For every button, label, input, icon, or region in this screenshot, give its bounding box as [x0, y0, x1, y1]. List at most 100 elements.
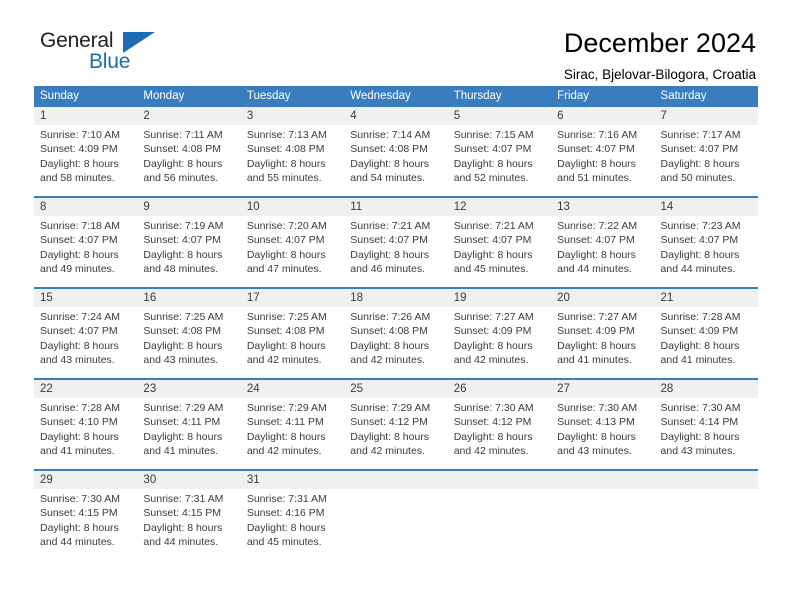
day-cell[interactable]: Sunrise: 7:30 AM Sunset: 4:15 PM Daylight:… [34, 489, 137, 560]
page-header: General Blue December 2024 Sirac, Bjelov… [0, 0, 792, 82]
day-number[interactable]: 2 [137, 107, 240, 125]
day-daylight2-text: and 42 minutes. [453, 445, 529, 458]
day-number[interactable]: 15 [34, 289, 137, 307]
day-number[interactable]: 20 [551, 289, 654, 307]
day-daylight2-text: and 41 minutes. [660, 354, 736, 367]
day-sunrise-text: Sunrise: 7:17 AM [660, 129, 741, 141]
day-daylight1-text: Daylight: 8 hours [40, 157, 119, 170]
day-sunrise-text: Sunrise: 7:11 AM [143, 129, 223, 141]
day-number[interactable]: 1 [34, 107, 137, 125]
day-number[interactable]: 14 [655, 198, 758, 216]
day-cell[interactable]: Sunrise: 7:13 AM Sunset: 4:08 PM Daylight:… [241, 125, 344, 196]
day-sunset-text: Sunset: 4:09 PM [557, 325, 635, 338]
day-number[interactable]: 9 [137, 198, 240, 216]
day-cell[interactable]: Sunrise: 7:21 AM Sunset: 4:07 PM Daylight:… [344, 216, 447, 287]
day-cell[interactable]: Sunrise: 7:21 AM Sunset: 4:07 PM Daylight:… [448, 216, 551, 287]
day-daylight1-text: Daylight: 8 hours [40, 521, 119, 534]
week-daynumber-row: 29 30 31 [34, 471, 758, 489]
day-cell[interactable]: Sunrise: 7:31 AM Sunset: 4:16 PM Daylight:… [241, 489, 344, 560]
day-number[interactable]: 18 [344, 289, 447, 307]
day-number[interactable]: 12 [448, 198, 551, 216]
day-cell[interactable]: Sunrise: 7:25 AM Sunset: 4:08 PM Daylight:… [241, 307, 344, 378]
day-cell[interactable]: Sunrise: 7:18 AM Sunset: 4:07 PM Daylight:… [34, 216, 137, 287]
day-number[interactable]: 26 [448, 380, 551, 398]
day-cell[interactable]: Sunrise: 7:28 AM Sunset: 4:10 PM Daylight:… [34, 398, 137, 469]
day-cell[interactable]: Sunrise: 7:30 AM Sunset: 4:14 PM Daylight:… [655, 398, 758, 469]
day-cell[interactable]: Sunrise: 7:19 AM Sunset: 4:07 PM Daylight:… [137, 216, 240, 287]
day-number[interactable]: 27 [551, 380, 654, 398]
day-daylight2-text: and 45 minutes. [246, 536, 322, 549]
day-sunrise-text: Sunrise: 7:23 AM [660, 220, 741, 232]
day-sunrise-text: Sunrise: 7:15 AM [453, 129, 534, 141]
day-cell[interactable]: Sunrise: 7:27 AM Sunset: 4:09 PM Daylight:… [448, 307, 551, 378]
day-number[interactable]: 17 [241, 289, 344, 307]
day-cell[interactable]: Sunrise: 7:16 AM Sunset: 4:07 PM Daylight:… [551, 125, 654, 196]
day-sunrise-text: Sunrise: 7:16 AM [557, 129, 638, 141]
day-sunset-text: Sunset: 4:07 PM [453, 234, 532, 247]
day-sunset-text: Sunset: 4:07 PM [557, 234, 635, 247]
day-sunset-text: Sunset: 4:12 PM [453, 416, 532, 429]
day-number[interactable]: 16 [137, 289, 240, 307]
day-daylight1-text: Daylight: 8 hours [246, 339, 326, 352]
day-daylight1-text: Daylight: 8 hours [453, 157, 533, 170]
day-sunset-text: Sunset: 4:08 PM [350, 325, 428, 338]
day-cell[interactable]: Sunrise: 7:28 AM Sunset: 4:09 PM Daylight:… [655, 307, 758, 378]
day-sunrise-text: Sunrise: 7:30 AM [660, 402, 741, 414]
day-number[interactable]: 6 [551, 107, 654, 125]
day-daylight2-text: and 52 minutes. [453, 172, 529, 185]
day-cell[interactable]: Sunrise: 7:24 AM Sunset: 4:07 PM Daylight:… [34, 307, 137, 378]
day-cell[interactable]: Sunrise: 7:26 AM Sunset: 4:08 PM Daylight:… [344, 307, 447, 378]
day-cell[interactable]: Sunrise: 7:11 AM Sunset: 4:08 PM Daylight:… [137, 125, 240, 196]
page-subtitle: Sirac, Bjelovar-Bilogora, Croatia [563, 67, 756, 82]
day-cell[interactable]: Sunrise: 7:30 AM Sunset: 4:13 PM Daylight:… [551, 398, 654, 469]
day-number[interactable]: 24 [241, 380, 344, 398]
day-daylight1-text: Daylight: 8 hours [246, 430, 326, 443]
day-number[interactable]: 19 [448, 289, 551, 307]
general-blue-logo[interactable]: General Blue [34, 28, 174, 76]
day-number[interactable]: 21 [655, 289, 758, 307]
day-daylight2-text: and 47 minutes. [246, 263, 322, 276]
week-daynumber-row: 15 16 17 18 19 20 21 [34, 289, 758, 307]
day-sunset-text: Sunset: 4:11 PM [246, 416, 324, 429]
day-sunrise-text: Sunrise: 7:20 AM [246, 220, 327, 232]
day-number[interactable]: 8 [34, 198, 137, 216]
day-cell[interactable]: Sunrise: 7:10 AM Sunset: 4:09 PM Daylight:… [34, 125, 137, 196]
day-cell[interactable]: Sunrise: 7:31 AM Sunset: 4:15 PM Daylight:… [137, 489, 240, 560]
day-cell[interactable]: Sunrise: 7:25 AM Sunset: 4:08 PM Daylight:… [137, 307, 240, 378]
day-daylight1-text: Daylight: 8 hours [246, 157, 326, 170]
day-cell[interactable]: Sunrise: 7:30 AM Sunset: 4:12 PM Daylight:… [448, 398, 551, 469]
day-sunset-text: Sunset: 4:09 PM [453, 325, 532, 338]
day-sunset-text: Sunset: 4:08 PM [350, 143, 428, 156]
day-number[interactable]: 29 [34, 471, 137, 489]
day-cell[interactable]: Sunrise: 7:20 AM Sunset: 4:07 PM Daylight:… [241, 216, 344, 287]
day-number[interactable]: 30 [137, 471, 240, 489]
day-number[interactable]: 3 [241, 107, 344, 125]
day-cell[interactable]: Sunrise: 7:22 AM Sunset: 4:07 PM Daylight:… [551, 216, 654, 287]
day-sunset-text: Sunset: 4:15 PM [40, 507, 118, 520]
day-daylight1-text: Daylight: 8 hours [143, 248, 223, 261]
week-daynumber-row: 1234567 [34, 107, 758, 125]
day-number[interactable]: 25 [344, 380, 447, 398]
day-daylight2-text: and 42 minutes. [350, 445, 425, 458]
day-sunrise-text: Sunrise: 7:13 AM [246, 129, 327, 141]
day-cell[interactable]: Sunrise: 7:23 AM Sunset: 4:07 PM Daylight:… [655, 216, 758, 287]
day-number[interactable]: 31 [241, 471, 344, 489]
day-daylight2-text: and 42 minutes. [246, 445, 322, 458]
day-number[interactable]: 13 [551, 198, 654, 216]
day-daylight2-text: and 42 minutes. [246, 354, 322, 367]
day-number[interactable]: 5 [448, 107, 551, 125]
day-cell[interactable]: Sunrise: 7:27 AM Sunset: 4:09 PM Daylight:… [551, 307, 654, 378]
day-number[interactable]: 4 [344, 107, 447, 125]
day-cell[interactable]: Sunrise: 7:29 AM Sunset: 4:11 PM Daylight:… [241, 398, 344, 469]
day-cell[interactable]: Sunrise: 7:29 AM Sunset: 4:12 PM Daylight:… [344, 398, 447, 469]
day-number[interactable]: 10 [241, 198, 344, 216]
day-number[interactable]: 22 [34, 380, 137, 398]
day-cell[interactable]: Sunrise: 7:17 AM Sunset: 4:07 PM Daylight:… [655, 125, 758, 196]
day-number[interactable]: 7 [655, 107, 758, 125]
day-cell[interactable]: Sunrise: 7:14 AM Sunset: 4:08 PM Daylight:… [344, 125, 447, 196]
day-number[interactable]: 28 [655, 380, 758, 398]
day-cell[interactable]: Sunrise: 7:15 AM Sunset: 4:07 PM Daylight:… [448, 125, 551, 196]
day-number[interactable]: 11 [344, 198, 447, 216]
day-number[interactable]: 23 [137, 380, 240, 398]
day-cell[interactable]: Sunrise: 7:29 AM Sunset: 4:11 PM Daylight:… [137, 398, 240, 469]
